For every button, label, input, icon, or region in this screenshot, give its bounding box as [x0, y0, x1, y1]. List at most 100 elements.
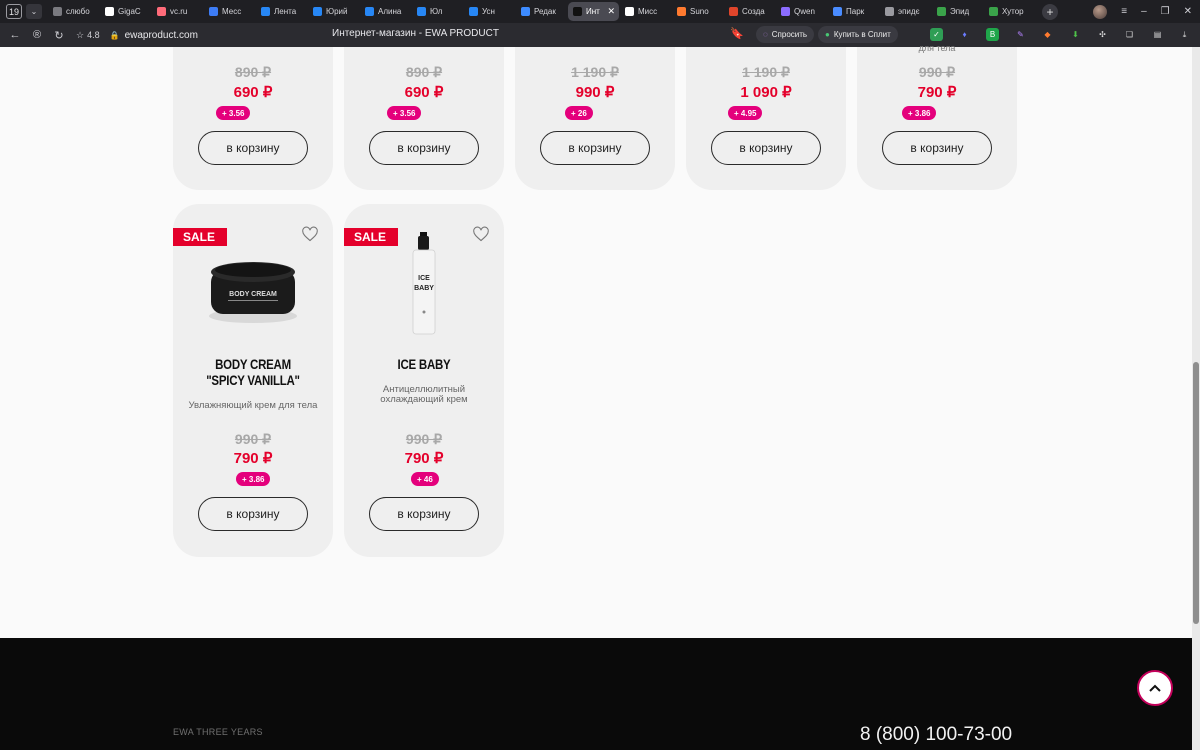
add-to-cart-button[interactable]: в корзину: [540, 131, 650, 165]
downloads-icon[interactable]: ⤓: [1178, 28, 1191, 41]
shield-extension-icon[interactable]: ✓: [930, 28, 943, 41]
ai-icon: ◌: [763, 30, 768, 39]
tab-favicon-icon: [313, 7, 322, 16]
browser-tab[interactable]: Редак: [516, 2, 567, 21]
scroll-to-top-button[interactable]: [1137, 670, 1173, 706]
old-price: 1 190 ₽: [742, 64, 790, 80]
browser-tab[interactable]: GigaC: [100, 2, 151, 21]
url-field[interactable]: ewaproduct.com: [125, 30, 198, 41]
tab-title: Лента: [274, 7, 297, 16]
heart-icon[interactable]: [472, 226, 490, 242]
reload-icon[interactable]: ↻: [48, 29, 70, 42]
product-name[interactable]: ICE BABY: [367, 356, 482, 372]
browser-tab[interactable]: Suno: [672, 2, 723, 21]
address-bar: ← ® ↻ ☆ 4.8 🔒 ewaproduct.com Интернет-ма…: [0, 23, 1200, 47]
old-price: 890 ₽: [405, 64, 443, 80]
tab-favicon-icon: [521, 7, 530, 16]
browser-tab[interactable]: слюбо: [48, 2, 99, 21]
browser-tab[interactable]: Усн: [464, 2, 515, 21]
add-to-cart-button[interactable]: в корзину: [369, 131, 479, 165]
browser-tab[interactable]: Эпид: [932, 2, 983, 21]
footer-brand: EWA THREE YEARS: [173, 727, 263, 737]
site-rating[interactable]: ☆ 4.8: [76, 30, 100, 41]
split-buy-button[interactable]: ● Купить в Сплит: [818, 26, 898, 43]
heart-icon[interactable]: [301, 226, 319, 242]
bookmark-icon[interactable]: 🔖: [730, 27, 744, 40]
tab-count-badge[interactable]: 19: [6, 4, 22, 19]
browser-tab[interactable]: Инт ✕: [568, 2, 619, 21]
tab-title: Усн: [482, 7, 495, 16]
profile-avatar[interactable]: [1093, 4, 1108, 19]
product-card[interactable]: 1 190 ₽ 1 090 ₽ + 4.95 в корзину: [686, 47, 846, 190]
minimize-icon[interactable]: –: [1141, 6, 1147, 17]
ice-baby-bottle-image: ICE BABY: [412, 232, 436, 335]
b-extension-icon[interactable]: B: [986, 28, 999, 41]
tab-title: Парк: [846, 7, 865, 16]
browser-tab[interactable]: Созда: [724, 2, 775, 21]
product-card[interactable]: для тела 990 ₽ 790 ₽ + 3.86 в корзину: [857, 43, 1017, 190]
close-icon[interactable]: ✕: [1184, 6, 1192, 17]
bonus-badge: + 3.56: [216, 106, 251, 120]
browser-tab[interactable]: Алина: [360, 2, 411, 21]
bonus-badge: + 26: [565, 106, 593, 120]
reader-icon[interactable]: ®: [26, 29, 48, 41]
ask-ai-button[interactable]: ◌ Спросить: [756, 26, 815, 43]
lock-icon[interactable]: 🔒: [110, 31, 120, 40]
browser-tab[interactable]: Хутор: [984, 2, 1035, 21]
browser-tab[interactable]: vc.ru: [152, 2, 203, 21]
tab-favicon-icon: [573, 7, 582, 16]
tab-close-icon[interactable]: ✕: [607, 6, 615, 17]
menu-icon[interactable]: ≡: [1121, 6, 1127, 17]
star-icon: ☆: [76, 29, 85, 40]
footer-phone-link[interactable]: 8 (800) 100-73-00: [860, 724, 1012, 746]
sale-price: 690 ₽: [404, 84, 444, 101]
browser-tab[interactable]: Юрий: [308, 2, 359, 21]
product-card[interactable]: 890 ₽ 690 ₽ + 3.56 в корзину: [344, 47, 504, 190]
restore-icon[interactable]: ❐: [1161, 6, 1170, 17]
collections-icon[interactable]: ❏: [1123, 28, 1136, 41]
add-to-cart-button[interactable]: в корзину: [882, 131, 992, 165]
document-icon[interactable]: ▤: [1151, 28, 1164, 41]
browser-tab[interactable]: Qwen: [776, 2, 827, 21]
bonus-badge: + 3.86: [902, 106, 937, 120]
tab-favicon-icon: [781, 7, 790, 16]
product-card[interactable]: 1 190 ₽ 990 ₽ + 26 в корзину: [515, 47, 675, 190]
product-card[interactable]: SALE ICE BABY ICE BABY Антицеллюлитный о…: [344, 204, 504, 557]
chevron-down-icon[interactable]: ⌄: [26, 4, 42, 19]
add-to-cart-button[interactable]: в корзину: [369, 497, 479, 531]
back-icon[interactable]: ←: [4, 29, 26, 41]
sale-price: 1 090 ₽: [740, 84, 792, 101]
add-to-cart-button[interactable]: в корзину: [711, 131, 821, 165]
browser-tab[interactable]: Мисс: [620, 2, 671, 21]
crypto-extension-icon[interactable]: ♦: [958, 28, 971, 41]
tab-title: Suno: [690, 7, 709, 16]
puzzle-icon[interactable]: ✣: [1096, 28, 1109, 41]
page-title: Интернет-магазин - EWA PRODUCT: [332, 28, 499, 39]
browser-tab[interactable]: Лента: [256, 2, 307, 21]
product-name[interactable]: BODY CREAM "SPICY VANILLA": [196, 356, 311, 388]
tab-title: Эпид: [950, 7, 970, 16]
browser-tab[interactable]: эпидє: [880, 2, 931, 21]
browser-tab[interactable]: Юл: [412, 2, 463, 21]
add-to-cart-button[interactable]: в корзину: [198, 497, 308, 531]
svg-text:BODY CREAM: BODY CREAM: [229, 291, 277, 298]
tab-title: Месс: [222, 7, 242, 16]
product-description: для тела: [918, 43, 956, 53]
product-card[interactable]: 890 ₽ 690 ₽ + 3.56 в корзину: [173, 47, 333, 190]
page-scrollbar[interactable]: [1192, 47, 1200, 750]
browser-tab[interactable]: Месс: [204, 2, 255, 21]
svg-text:BABY: BABY: [414, 285, 434, 292]
pen-extension-icon[interactable]: ✎: [1014, 28, 1027, 41]
browser-tab[interactable]: Парк: [828, 2, 879, 21]
new-tab-button[interactable]: +: [1042, 3, 1058, 20]
scrollbar-thumb[interactable]: [1193, 362, 1199, 624]
download-helper-icon[interactable]: ⬇: [1069, 28, 1082, 41]
fox-extension-icon[interactable]: ◆: [1041, 28, 1054, 41]
browser-tab-bar: 19 ⌄ слюбо GigaC vc.ru Месс Лента Юрий Алина Юл…: [0, 0, 1200, 23]
product-card[interactable]: SALE BODY CREAM BODY CREAM "SPICY VANILL…: [173, 204, 333, 557]
add-to-cart-button[interactable]: в корзину: [198, 131, 308, 165]
tab-title: Хутор: [1002, 7, 1024, 16]
tab-strip: слюбо GigaC vc.ru Месс Лента Юрий Алина Юл Усн Ре…: [48, 0, 1036, 23]
window-controls: ≡ – ❐ ✕: [1093, 0, 1192, 23]
chevron-up-icon: [1149, 684, 1161, 692]
